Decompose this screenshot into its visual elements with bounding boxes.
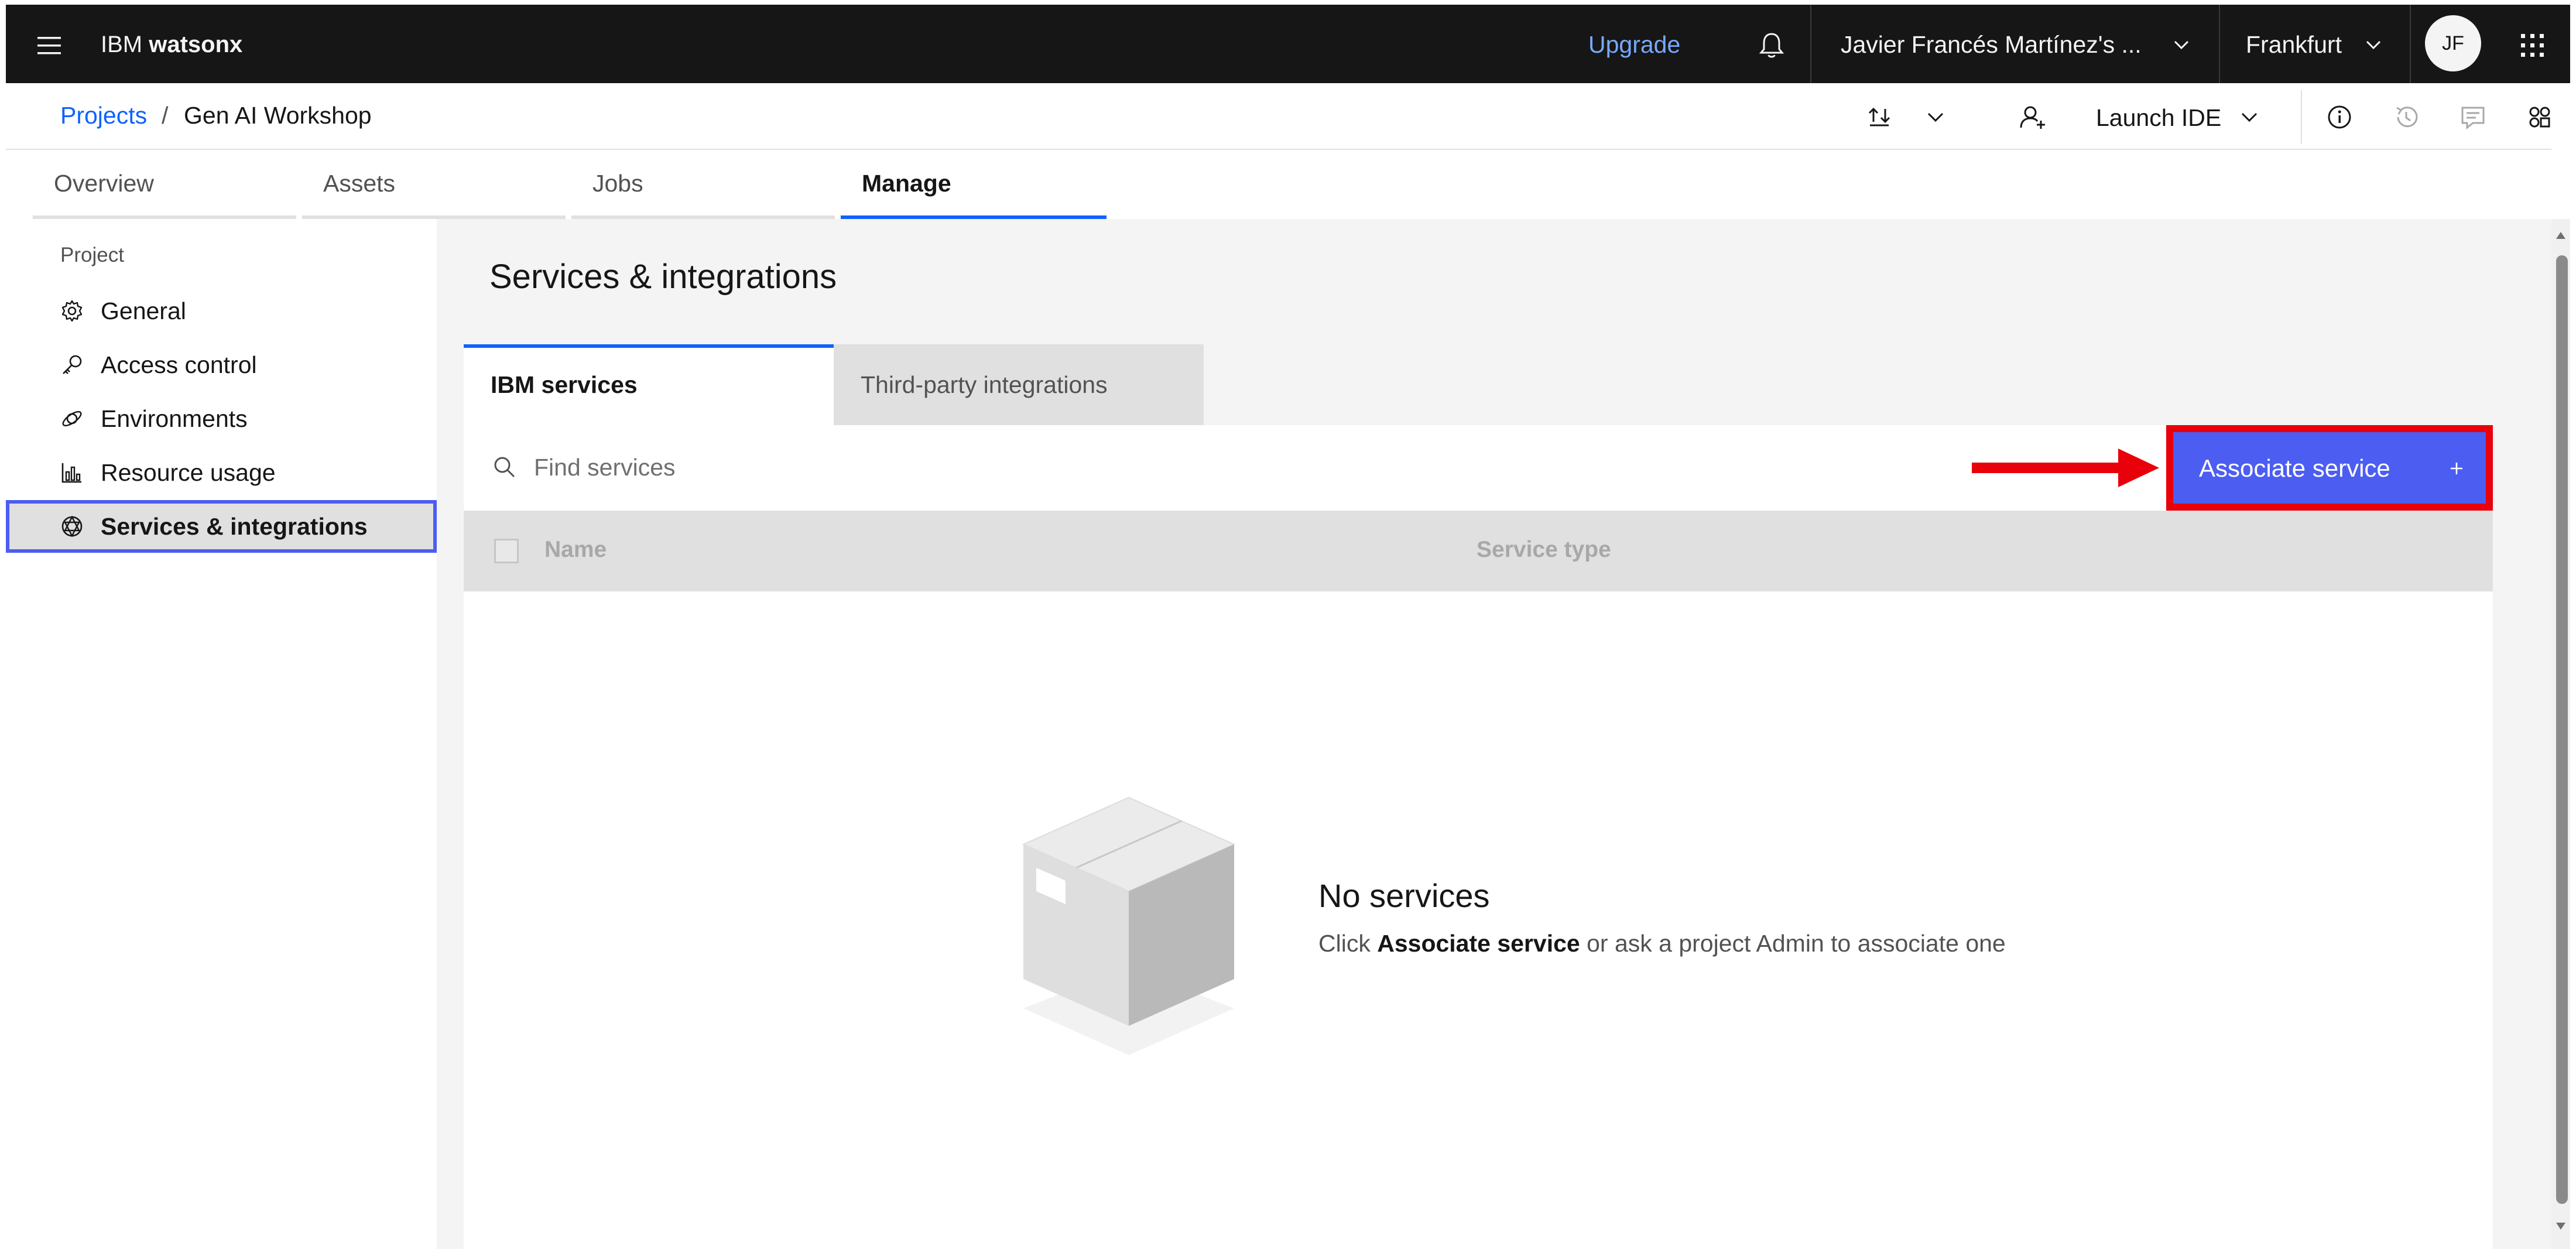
tab-label: Overview	[54, 170, 154, 197]
project-tabs: Overview Assets Jobs Manage	[6, 150, 2551, 219]
empty-box-illustration	[1012, 774, 1246, 1079]
header-divider	[2219, 5, 2220, 83]
plus-icon	[2446, 458, 2467, 479]
table-body: No services Click Associate service or a…	[464, 591, 2493, 1249]
app-brand[interactable]: IBM watsonx	[101, 30, 242, 59]
integration-icon	[60, 514, 84, 539]
side-nav-item-services-integrations[interactable]: Services & integrations	[6, 500, 437, 553]
tab-label: Manage	[862, 170, 951, 197]
associate-service-button[interactable]: Associate service	[2166, 425, 2493, 511]
page-scrollbar[interactable]	[2551, 219, 2570, 1249]
tab-ibm-services[interactable]: IBM services	[464, 344, 834, 425]
chevron-down-icon[interactable]	[2235, 103, 2263, 131]
table-header: Name Service type	[464, 511, 2493, 591]
notification-bell-icon[interactable]	[1754, 28, 1789, 63]
chevron-down-icon[interactable]	[2171, 34, 2192, 55]
tab-label: Assets	[323, 170, 396, 197]
tab-label: IBM services	[491, 371, 638, 398]
region-selector[interactable]: Frankfurt	[2246, 30, 2342, 59]
hamburger-menu-icon[interactable]	[32, 28, 67, 63]
side-nav-item-label: Services & integrations	[101, 513, 368, 540]
upgrade-link[interactable]: Upgrade	[1588, 30, 1680, 59]
brand-prefix: IBM	[101, 32, 143, 57]
empty-desc-suffix: or ask a project Admin to associate one	[1587, 930, 2006, 957]
side-nav-heading: Project	[60, 244, 124, 266]
breadcrumb-separator: /	[162, 102, 169, 129]
breadcrumb-current-project: Gen AI Workshop	[184, 102, 372, 129]
side-nav-item-resource-usage[interactable]: Resource usage	[6, 446, 437, 499]
project-header: Projects / Gen AI Workshop Launch IDE	[6, 83, 2551, 150]
empty-desc-bold: Associate service	[1377, 930, 1580, 957]
button-label: Associate service	[2199, 454, 2390, 482]
manage-side-nav: Project General Access control Environme…	[6, 219, 437, 1249]
import-export-icon[interactable]	[1863, 101, 1896, 134]
launch-ide-button[interactable]: Launch IDE	[2096, 103, 2221, 132]
tab-jobs[interactable]: Jobs	[571, 150, 835, 219]
app-switcher-icon[interactable]	[2515, 28, 2550, 63]
empty-state-title: No services	[1318, 877, 1490, 914]
tab-label: Third-party integrations	[861, 371, 1108, 398]
collaborators-icon[interactable]	[2523, 101, 2556, 134]
table-toolbar: Associate service	[464, 425, 2493, 511]
global-header: IBM watsonx Upgrade Javier Francés Martí…	[6, 5, 2570, 83]
environment-icon	[60, 406, 84, 431]
chart-icon	[60, 460, 84, 485]
chevron-down-icon[interactable]	[1921, 103, 1950, 131]
account-switcher[interactable]: Javier Francés Martínez's ...	[1841, 30, 2142, 59]
side-nav-item-label: Access control	[101, 351, 257, 378]
main-content: Services & integrations IBM services Thi…	[437, 219, 2551, 1249]
comments-icon[interactable]	[2457, 101, 2489, 134]
breadcrumb-projects-link[interactable]: Projects	[60, 101, 147, 130]
brand-product: watsonx	[149, 32, 243, 57]
chevron-down-icon[interactable]	[2363, 34, 2384, 55]
tab-assets[interactable]: Assets	[302, 150, 566, 219]
header-divider	[1810, 5, 1811, 83]
header-divider	[2410, 5, 2411, 83]
user-avatar[interactable]: JF	[2425, 15, 2481, 71]
annotation-arrow	[1972, 447, 2159, 488]
search-input[interactable]	[534, 443, 1412, 492]
add-collaborator-icon[interactable]	[2016, 101, 2049, 134]
side-nav-item-general[interactable]: General	[6, 285, 437, 337]
side-nav-item-access-control[interactable]: Access control	[6, 338, 437, 391]
scroll-down-arrow-icon[interactable]	[2555, 1221, 2567, 1231]
side-nav-item-label: Environments	[101, 405, 248, 432]
info-icon[interactable]	[2323, 101, 2356, 134]
tab-label: Jobs	[592, 170, 643, 197]
side-nav-item-label: General	[101, 297, 186, 324]
empty-state-description: Click Associate service or ask a project…	[1318, 929, 2006, 958]
column-header-service-type[interactable]: Service type	[1477, 535, 1611, 564]
tab-overview[interactable]: Overview	[33, 150, 296, 219]
select-all-checkbox[interactable]	[494, 539, 519, 563]
page-title: Services & integrations	[489, 258, 837, 296]
gear-icon	[60, 299, 84, 323]
scroll-up-arrow-icon[interactable]	[2555, 231, 2567, 240]
key-icon	[60, 353, 84, 377]
tab-third-party-integrations[interactable]: Third-party integrations	[834, 344, 1204, 425]
history-icon[interactable]	[2390, 101, 2423, 134]
search-icon	[491, 453, 519, 481]
tab-manage[interactable]: Manage	[841, 150, 1107, 219]
header-divider	[2301, 90, 2302, 144]
empty-desc-prefix: Click	[1318, 930, 1371, 957]
side-nav-item-label: Resource usage	[101, 459, 276, 486]
scrollbar-thumb[interactable]	[2556, 255, 2568, 1204]
column-header-name[interactable]: Name	[544, 535, 607, 564]
side-nav-item-environments[interactable]: Environments	[6, 392, 437, 445]
